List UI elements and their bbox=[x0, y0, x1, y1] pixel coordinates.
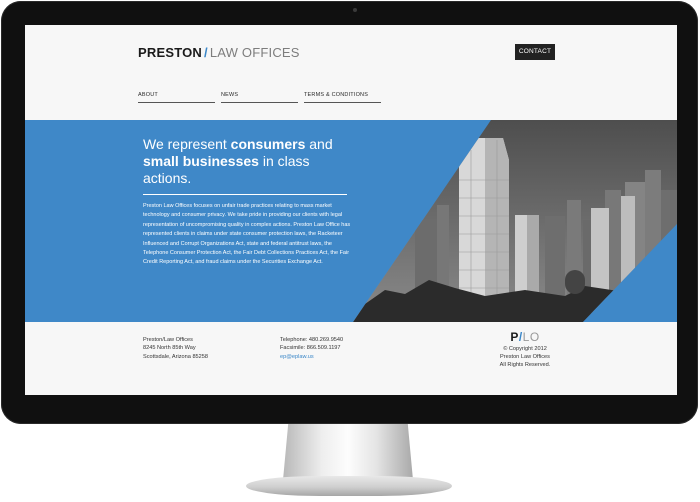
footer-address: Preston/Law Offices 8245 North 85th Way … bbox=[143, 336, 208, 361]
monitor-stand-base bbox=[246, 476, 452, 496]
monitor-frame: PRESTON / LAW OFFICES CONTACT ABOUT NEWS T… bbox=[1, 1, 698, 424]
logo-slash: / bbox=[204, 45, 208, 60]
nav-item-about[interactable]: ABOUT bbox=[138, 92, 215, 103]
footer-contact: Telephone: 480.269.9540 Facsimile: 866.5… bbox=[280, 336, 343, 361]
logo-sub-text: LAW OFFICES bbox=[209, 45, 300, 60]
nav-item-terms[interactable]: TERMS & CONDITIONS bbox=[304, 92, 381, 103]
camera-dot bbox=[353, 8, 357, 12]
address-line: 8245 North 85th Way bbox=[143, 345, 196, 352]
website-screen: PRESTON / LAW OFFICES CONTACT ABOUT NEWS T… bbox=[25, 25, 677, 395]
address-line: Preston/Law Offices bbox=[143, 337, 193, 343]
hero-section: We represent consumers and small busines… bbox=[25, 120, 677, 322]
nav-item-news[interactable]: NEWS bbox=[221, 92, 298, 103]
facsimile-text: Facsimile: 866.509.1197 bbox=[280, 345, 341, 352]
site-footer: Preston/Law Offices 8245 North 85th Way … bbox=[25, 322, 677, 395]
hero-divider bbox=[143, 194, 347, 195]
site-logo[interactable]: PRESTON / LAW OFFICES bbox=[138, 45, 300, 60]
email-link[interactable]: ep@eplaw.us bbox=[280, 353, 343, 361]
main-nav: ABOUT NEWS TERMS & CONDITIONS bbox=[138, 92, 384, 104]
hero-headline: We represent consumers and small busines… bbox=[143, 136, 333, 186]
telephone-text: Telephone: 480.269.9540 bbox=[280, 337, 344, 343]
copyright-text: © Copyright 2012 Preston Law Offices All… bbox=[499, 346, 551, 368]
hero-body-text: Preston Law Offices focuses on unfair tr… bbox=[143, 203, 351, 266]
monitor-stand-neck bbox=[283, 424, 413, 480]
contact-button[interactable]: CONTACT bbox=[515, 44, 555, 60]
address-line: Scottsdale, Arizona 85258 bbox=[143, 353, 208, 360]
logo-main-text: PRESTON bbox=[138, 45, 203, 60]
footer-logo: P/LO bbox=[510, 330, 540, 344]
